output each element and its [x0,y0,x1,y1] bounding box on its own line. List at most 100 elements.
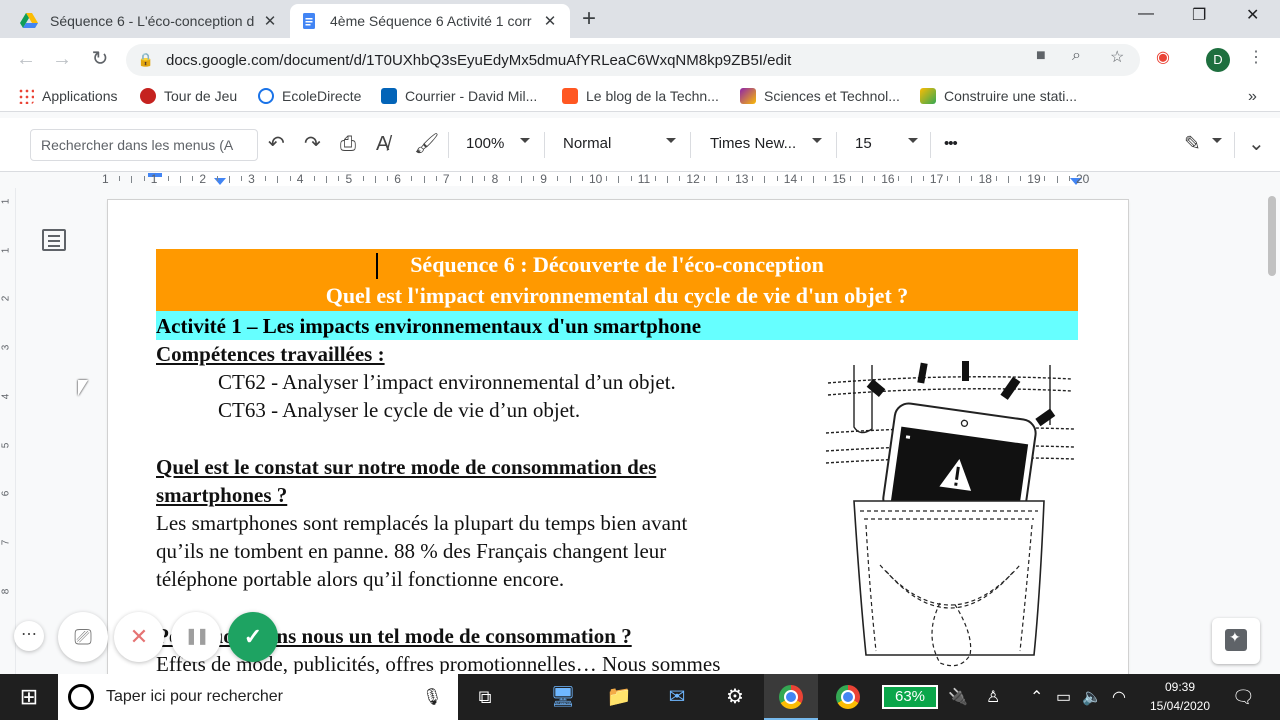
ruler-number: 1 [102,172,109,186]
maximize-button[interactable]: ❐ [1192,5,1206,25]
toolbar-separator [690,132,691,158]
lock-icon[interactable]: 🔒 [126,52,166,68]
font-dropdown[interactable]: Times New... [710,135,796,152]
ruler-tick [727,176,729,181]
menu-search-input[interactable]: Rechercher dans les menus (A [30,129,258,161]
ruler-tick [289,176,291,181]
redo-icon[interactable]: ↷ [304,133,321,155]
chrome-icon[interactable] [779,685,803,709]
file-explorer-icon[interactable]: 📁 [604,682,634,712]
bookmark-sciences-technol[interactable]: Sciences et Technol... [740,88,900,104]
profile-avatar[interactable]: D [1206,48,1230,72]
ruler-number: 7 [442,172,450,186]
window-close-button[interactable]: ✕ [1246,5,1259,25]
ruler-tick [947,176,949,181]
ruler-tick [825,176,827,181]
volume-icon[interactable]: 🔈 [1082,687,1102,707]
bookmark-construire-station[interactable]: Construire une stati... [920,88,1077,104]
font-size-dropdown[interactable]: 15 [855,135,872,152]
tab-activite-1[interactable]: 4ème Séquence 6 Activité 1 corr ✕ [290,4,570,38]
style-dropdown[interactable]: Normal [563,135,611,152]
zoom-icon[interactable]: ⌕ [1072,47,1081,65]
undo-icon[interactable]: ↶ [268,133,285,155]
address-bar[interactable]: 🔒 docs.google.com/document/d/1T0UXhbQ3sE… [126,44,1140,76]
bookmark-star-icon[interactable]: ☆ [1110,47,1124,67]
vertical-ruler-number: 6 [0,490,12,497]
smartphone-pocket-illustration [825,361,1075,667]
vertical-ruler[interactable]: 1 1 2 3 4 5 6 7 8 [0,188,16,674]
forward-button[interactable]: → [50,48,74,70]
taskbar-search-placeholder: Taper ici pour rechercher [106,688,283,705]
chrome-icon[interactable] [836,685,860,709]
recorder-pause-button[interactable]: ❚❚ [171,612,221,662]
back-button[interactable]: ← [14,48,38,70]
ruler-number: 13 [735,172,749,186]
close-icon[interactable]: ✕ [258,12,282,30]
notifications-icon[interactable]: 🗨 [1232,687,1255,708]
chevron-down-icon[interactable] [666,138,676,143]
chevron-down-icon[interactable] [908,138,918,143]
vertical-ruler-number: 1 [0,247,12,253]
recorder-done-button[interactable]: ✓ [228,612,278,662]
activity-heading: Activité 1 – Les impacts environnementau… [156,311,1078,340]
vertical-scrollbar[interactable] [1264,188,1280,674]
windows-start-icon[interactable]: ⊞ [14,682,44,712]
mail-icon[interactable]: ✉ [662,682,692,712]
ruler-number: 16 [881,172,895,186]
reload-button[interactable]: ↻ [88,48,112,70]
camera-icon[interactable]: ■ [1036,47,1046,65]
spellcheck-icon[interactable]: A̸ [376,133,389,155]
recorder-more-button[interactable]: ⋯ [14,621,44,651]
more-bookmarks-icon[interactable]: » [1248,88,1257,106]
ruler-number: 10 [589,172,603,186]
bookmark-blog-techno[interactable]: Le blog de la Techn... [562,88,719,104]
bookmark-applications[interactable]: Applications [18,88,118,104]
task-view-icon[interactable]: ⧉ [470,682,500,712]
show-hidden-icons-chevron[interactable]: ⌃ [1030,687,1043,707]
power-plug-icon[interactable]: 🔌 [948,687,968,707]
minimize-button[interactable]: — [1138,5,1154,23]
ruler-number: 15 [832,172,846,186]
scrollbar-thumb[interactable] [1268,196,1276,276]
microphone-icon[interactable]: 🎙 [422,687,444,707]
editing-mode-icon[interactable]: ✎ [1184,133,1201,155]
url-text[interactable]: docs.google.com/document/d/1T0UXhbQ3sEyu… [166,52,1140,69]
people-icon[interactable]: ♙ [986,687,1000,707]
ruler-tick [1068,176,1070,181]
more-options-button[interactable]: ••• [944,135,958,152]
ruler-tick [484,176,486,181]
bookmark-tour-de-jeu[interactable]: Tour de Jeu [140,88,237,104]
tab-title: Séquence 6 - L'éco-conception d [50,13,255,29]
document-outline-icon[interactable] [42,229,66,251]
tab-sequence-6[interactable]: Séquence 6 - L'éco-conception d ✕ [10,4,290,38]
taskbar-clock[interactable]: 09:39 15/04/2020 [1140,678,1220,716]
battery-indicator[interactable]: 63% [882,685,938,709]
bookmark-ecoledirecte[interactable]: EcoleDirecte [258,88,361,104]
chrome-menu-icon[interactable]: ⋮ [1248,47,1264,67]
chevron-down-icon[interactable] [1212,138,1222,143]
collapse-toolbar-icon[interactable]: ⌄ [1248,133,1265,155]
ruler-tick [192,176,194,181]
mouse-cursor-icon [78,380,88,396]
taskbar-search[interactable]: Taper ici pour rechercher 🎙 [58,674,458,720]
explore-button[interactable] [1212,618,1260,664]
ruler-tick [874,176,876,181]
extension-icon[interactable]: ◉ [1156,47,1170,67]
battery-tray-icon[interactable]: ▭ [1056,687,1071,707]
close-icon[interactable]: ✕ [538,12,562,30]
paragraph-1-line-3: téléphone portable alors qu’il fonctionn… [156,567,565,591]
zoom-dropdown[interactable]: 100% [466,135,504,152]
remote-desktop-icon[interactable]: 🖥 [548,682,578,712]
bookmark-courrier[interactable]: Courrier - David Mil... [381,88,537,104]
chevron-down-icon[interactable] [520,138,530,143]
settings-gear-icon[interactable]: ⚙ [720,682,750,712]
paint-format-icon[interactable]: 🖌 [414,133,439,155]
wifi-icon[interactable]: ◠ [1112,687,1126,707]
new-tab-button[interactable]: + [582,6,596,32]
chevron-down-icon[interactable] [812,138,822,143]
ruler-tick [654,176,656,181]
print-icon[interactable]: ⎙ [340,133,356,155]
horizontal-ruler[interactable]: 1 1 2 3 4 5 6 7 8 9 10 11 12 13 14 15 16 17 18 19 20 [0,172,1280,188]
recorder-cancel-button[interactable]: ✕ [114,612,164,662]
recorder-camera-button[interactable]: ⎚ [58,612,108,662]
